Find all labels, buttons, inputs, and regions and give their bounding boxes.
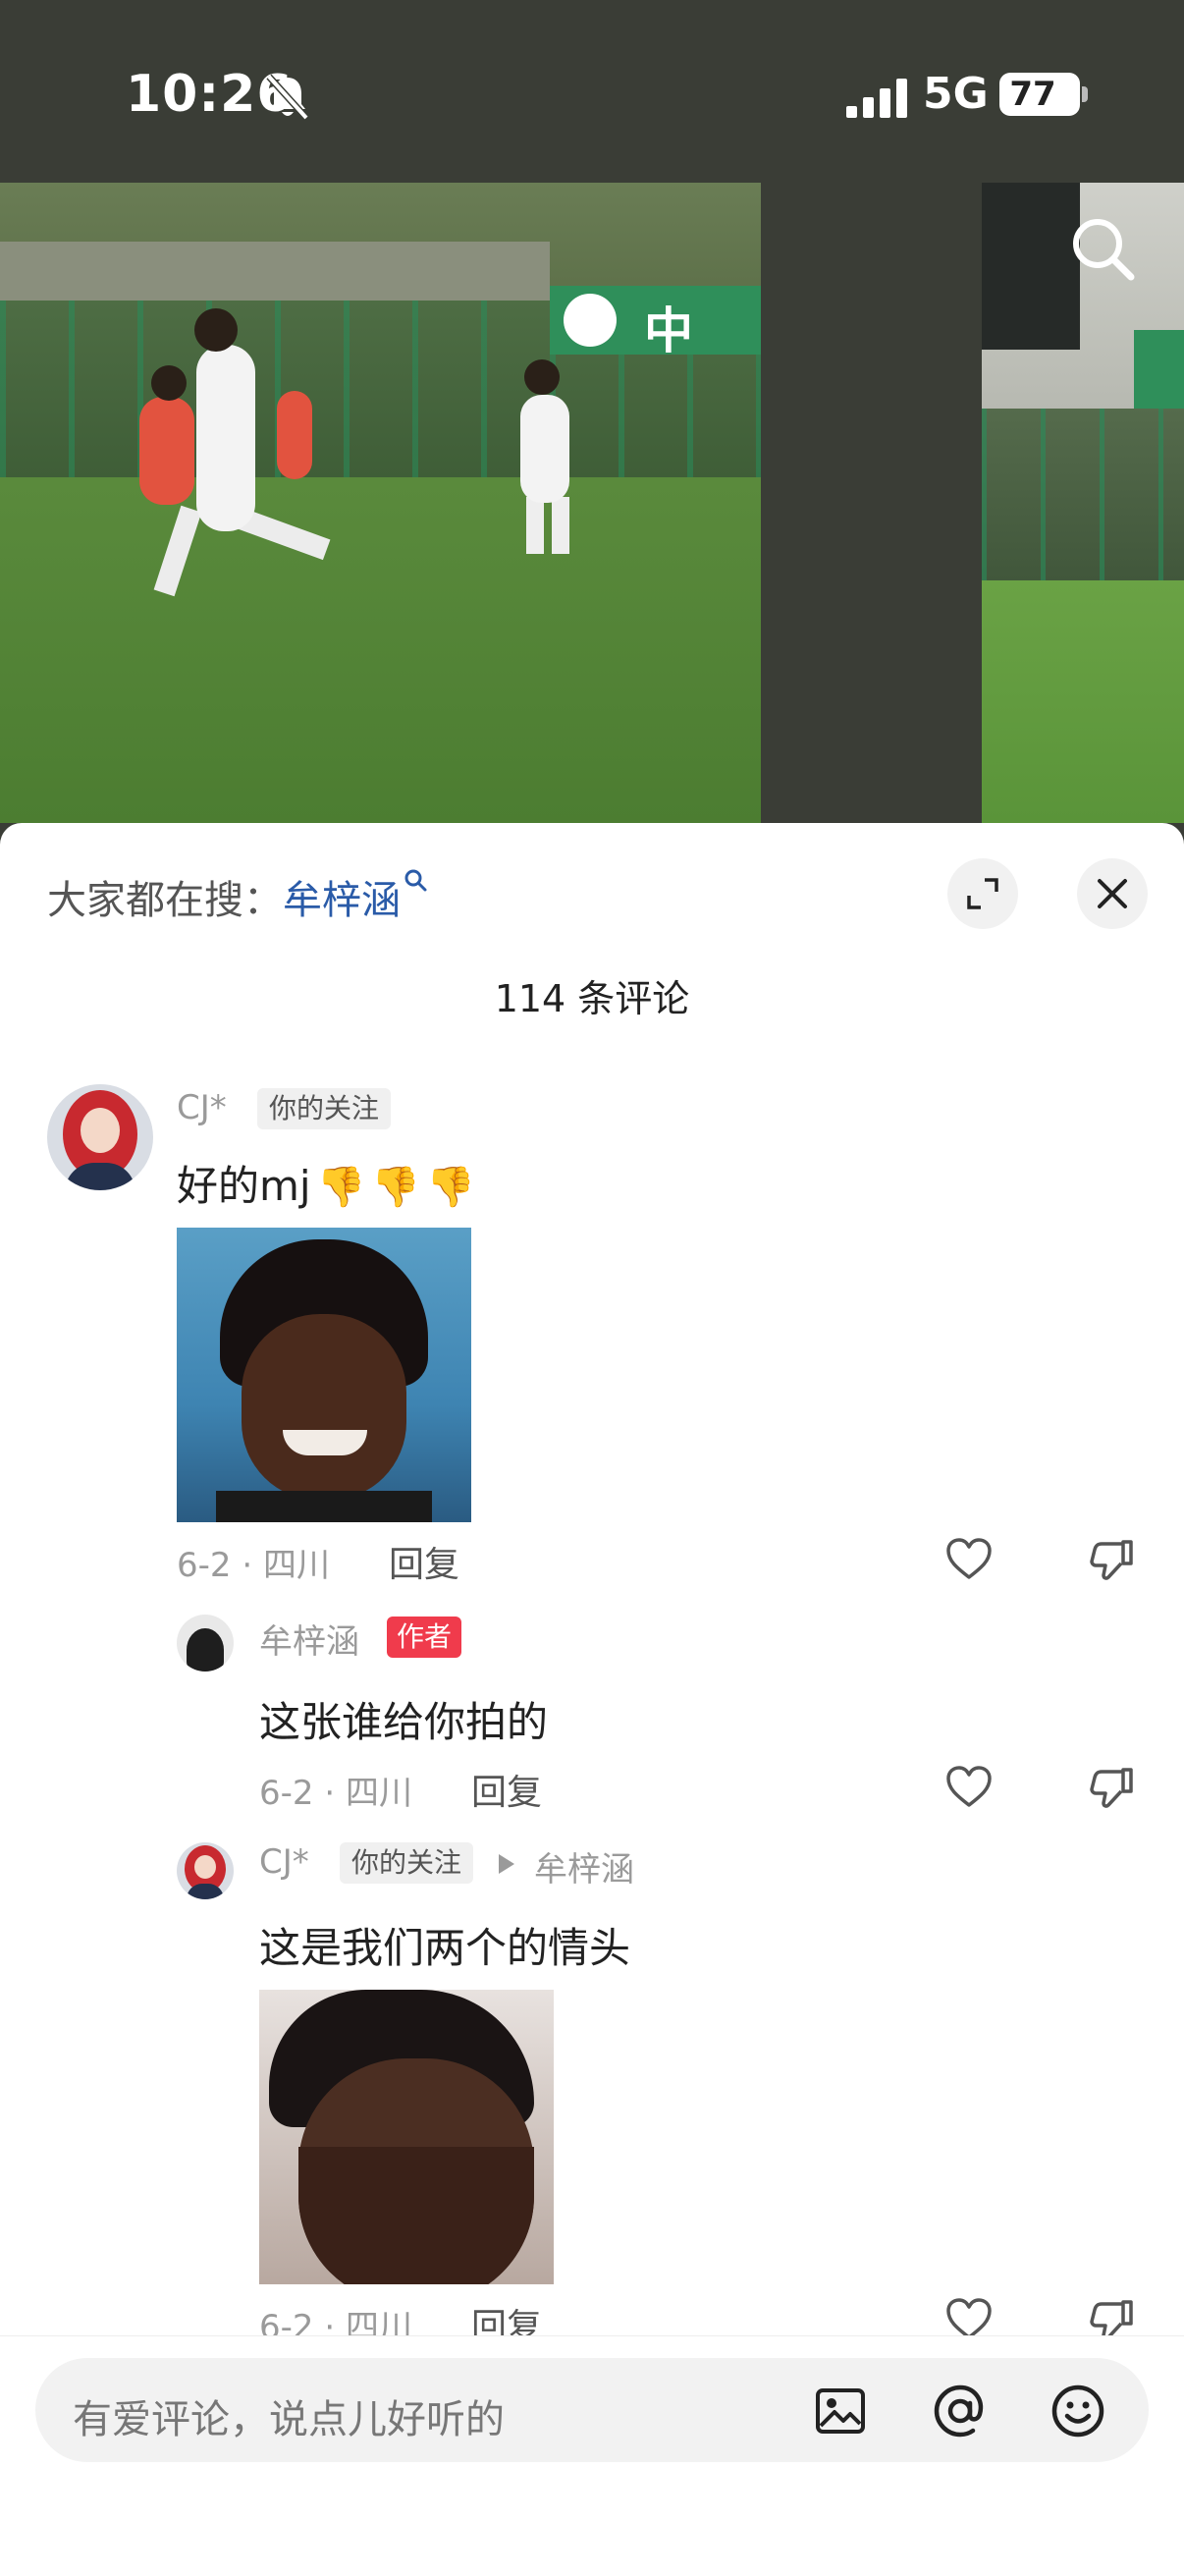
club-logo xyxy=(564,294,617,347)
expand-button[interactable] xyxy=(947,858,1018,929)
expand-icon xyxy=(967,878,998,909)
following-tag: 你的关注 xyxy=(340,1842,474,1884)
comment-image[interactable] xyxy=(177,1228,471,1522)
player-red-far xyxy=(277,391,312,479)
search-small-icon xyxy=(404,869,427,892)
battery-level: 77 xyxy=(1009,75,1056,114)
emoji-icon[interactable] xyxy=(1050,2384,1105,2439)
comment-date-location: 6-2 · 四川 xyxy=(177,1546,330,1585)
avatar[interactable] xyxy=(47,1084,153,1190)
avatar[interactable] xyxy=(177,1615,234,1672)
thumbs-down-emoji: 👎 xyxy=(426,1165,476,1210)
reply-image[interactable] xyxy=(259,1990,554,2284)
close-icon xyxy=(1098,879,1127,908)
heart-icon[interactable] xyxy=(944,1764,994,1809)
video-area[interactable]: 10:26 5G 77 中 xyxy=(0,0,1184,845)
image-icon[interactable] xyxy=(813,2384,868,2439)
comment-input-placeholder: 有爱评论，说点儿好听的 xyxy=(73,2397,505,2442)
comment-sheet: 大家都在搜：牟梓涵 114 条评论 CJ* 你的关注 好的mj 👎 👎 👎 6-2 ·… xyxy=(0,823,1184,2575)
bell-off-icon xyxy=(266,74,309,121)
comment-input[interactable]: 有爱评论，说点儿好听的 xyxy=(35,2358,1149,2462)
comment-input-bar: 有爱评论，说点儿好听的 xyxy=(0,2335,1184,2576)
reply-text: 这张谁给你拍的 xyxy=(259,1698,549,1746)
reply-text: 这是我们两个的情头 xyxy=(259,1924,631,1972)
status-bar: 10:26 5G 77 xyxy=(0,0,1184,187)
hot-search-label: 大家都在搜： xyxy=(47,878,283,923)
hot-search-term[interactable]: 牟梓涵 xyxy=(283,878,401,923)
avatar[interactable] xyxy=(177,1842,234,1899)
hot-search[interactable]: 大家都在搜：牟梓涵 xyxy=(47,868,428,925)
comment-count: 114 条评论 xyxy=(494,977,690,1020)
reply-to-username[interactable]: 牟梓涵 xyxy=(534,1842,634,1891)
following-tag: 你的关注 xyxy=(257,1088,392,1129)
banner-text: 中 xyxy=(644,302,693,359)
reply-username[interactable]: CJ* xyxy=(259,1842,309,1882)
battery-cap xyxy=(1082,86,1088,102)
close-button[interactable] xyxy=(1077,858,1148,929)
football-photo: 中 xyxy=(0,183,761,823)
at-icon[interactable] xyxy=(933,2384,988,2439)
reply-username[interactable]: 牟梓涵 xyxy=(259,1615,359,1663)
search-icon[interactable] xyxy=(1068,214,1137,283)
thumbs-down-emoji: 👎 xyxy=(316,1165,366,1210)
signal-icon xyxy=(846,79,907,118)
reply-to-arrow-icon xyxy=(499,1854,514,1874)
player-red xyxy=(139,397,194,505)
dislike-icon[interactable] xyxy=(1088,1536,1137,1581)
author-badge: 作者 xyxy=(387,1617,462,1658)
comment-username[interactable]: CJ* xyxy=(177,1088,227,1127)
battery-icon: 77 xyxy=(999,73,1080,116)
player-white-running xyxy=(196,345,255,531)
comment-text: 好的mj 👎 👎 👎 xyxy=(177,1162,476,1210)
stadium-banner: 中 xyxy=(550,286,761,359)
heart-icon[interactable] xyxy=(944,1536,994,1581)
player-white-far xyxy=(520,395,569,503)
network-type: 5G xyxy=(923,69,989,119)
thumbs-down-emoji: 👎 xyxy=(371,1165,421,1210)
reply-button[interactable]: 回复 xyxy=(471,1764,542,1815)
reply-date-location: 6-2 · 四川 xyxy=(259,1774,412,1813)
dislike-icon[interactable] xyxy=(1088,1764,1137,1809)
reply-button[interactable]: 回复 xyxy=(389,1536,459,1587)
